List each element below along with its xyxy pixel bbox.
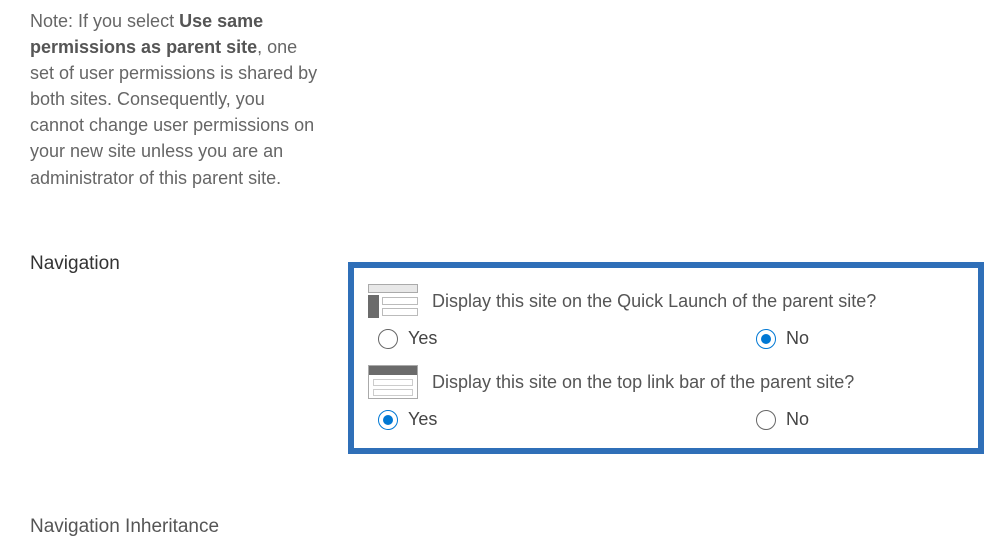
option-label: No (786, 409, 809, 430)
top-link-question-row: Display this site on the top link bar of… (368, 365, 964, 399)
top-link-options: Yes No (368, 409, 964, 430)
option-label: Yes (408, 409, 437, 430)
section-navigation-label: Navigation (30, 253, 320, 275)
section-navigation-inheritance-label: Navigation Inheritance (30, 516, 219, 538)
permissions-note: Note: If you select Use same permissions… (30, 8, 320, 191)
quick-launch-no-option[interactable]: No (756, 328, 809, 349)
top-link-no-option[interactable]: No (756, 409, 809, 430)
quick-launch-yes-option[interactable]: Yes (378, 328, 756, 349)
option-label: Yes (408, 328, 437, 349)
note-suffix: , one set of user permissions is shared … (30, 37, 317, 187)
radio-icon (756, 329, 776, 349)
quick-launch-question-row: Display this site on the Quick Launch of… (368, 284, 964, 318)
quick-launch-icon (368, 284, 418, 318)
navigation-options-panel: Display this site on the Quick Launch of… (348, 262, 984, 454)
radio-icon (378, 329, 398, 349)
top-link-yes-option[interactable]: Yes (378, 409, 756, 430)
note-prefix: Note: If you select (30, 11, 179, 31)
quick-launch-options: Yes No (368, 328, 964, 349)
quick-launch-question-text: Display this site on the Quick Launch of… (432, 291, 876, 312)
option-label: No (786, 328, 809, 349)
top-link-bar-icon (368, 365, 418, 399)
radio-icon (378, 410, 398, 430)
radio-icon (756, 410, 776, 430)
top-link-question-text: Display this site on the top link bar of… (432, 372, 854, 393)
